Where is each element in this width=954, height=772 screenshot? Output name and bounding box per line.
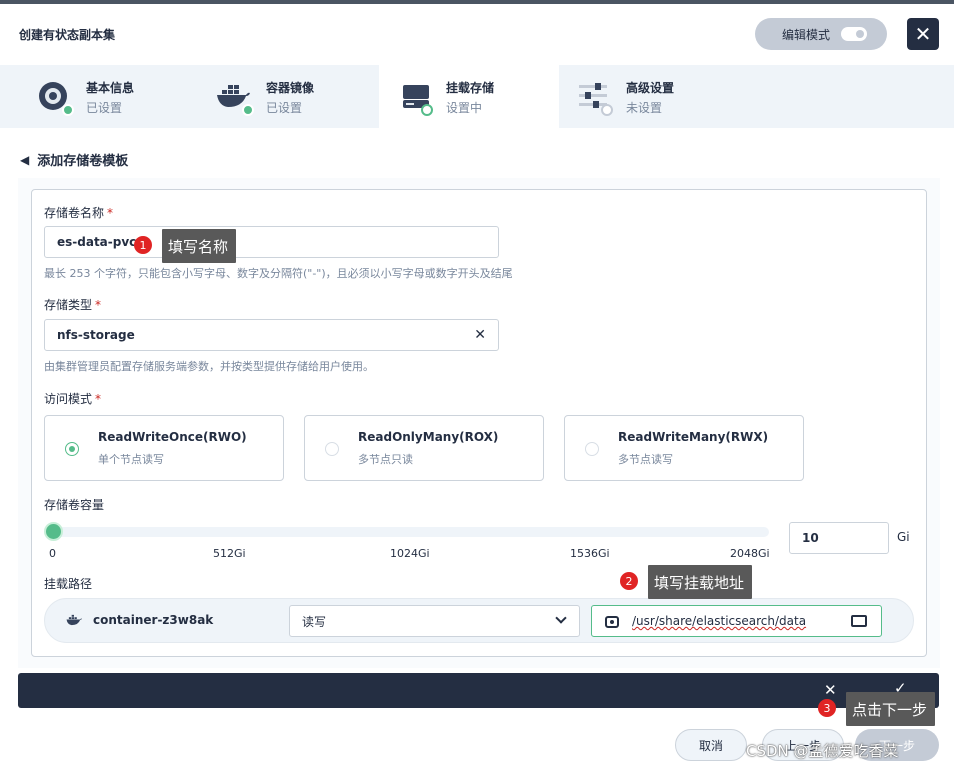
step-status: 未设置 (626, 101, 663, 115)
back-label: 添加存储卷模板 (37, 154, 129, 169)
step-current-dot (421, 104, 433, 116)
annotation-badge-3: 3 (818, 699, 836, 717)
mount-path-label: 挂载路径 (44, 577, 93, 591)
slider-tick: 0 (49, 547, 56, 560)
step-container-image[interactable]: 容器镜像 已设置 (180, 65, 360, 128)
radio-selected[interactable] (65, 442, 79, 456)
step-tabs: 基本信息 已设置 容器镜像 已设置 挂载存储 设置中 高级设置 未设置 (0, 65, 954, 128)
access-mode-desc: 多节点只读 (358, 453, 413, 466)
capacity-label: 存储卷容量 (44, 498, 105, 512)
access-mode-rwx[interactable]: ReadWriteMany(RWX) 多节点读写 (564, 415, 804, 481)
step-done-dot (62, 104, 74, 116)
access-mode-desc: 单个节点读写 (98, 453, 164, 466)
step-name: 基本信息 (86, 81, 135, 95)
back-arrow-icon: ◀ (20, 152, 30, 167)
volume-name-input[interactable]: es-data-pvc (44, 226, 499, 258)
toggle-switch-icon (841, 27, 867, 41)
step-name: 高级设置 (626, 81, 675, 95)
storage-type-value: nfs-storage (57, 328, 135, 342)
slider-tick: 512Gi (213, 547, 246, 560)
annotation-label-1: 填写名称 (162, 229, 237, 263)
step-status: 设置中 (446, 101, 483, 115)
step-basic-info[interactable]: 基本信息 已设置 (0, 65, 180, 128)
action-toolbar: ✕ ✓ (18, 673, 939, 708)
clear-icon[interactable]: ✕ (474, 327, 486, 343)
step-status: 已设置 (266, 101, 303, 115)
docker-icon (66, 614, 82, 626)
slider-tick: 1024Gi (390, 547, 430, 560)
radio-unselected[interactable] (325, 442, 339, 456)
modal-title: 创建有状态副本集 (19, 28, 116, 42)
radio-unselected[interactable] (585, 442, 599, 456)
capacity-unit: Gi (897, 530, 910, 544)
annotation-label-3: 点击下一步 (846, 692, 936, 726)
capacity-slider-track[interactable] (45, 527, 769, 537)
step-done-dot (242, 104, 254, 116)
capacity-slider-handle[interactable] (44, 522, 63, 541)
cancel-button[interactable]: 取消 (675, 729, 747, 761)
terminal-icon (851, 615, 867, 627)
mount-mode-select[interactable]: 读写 (289, 605, 580, 637)
edit-mode-label: 编辑模式 (782, 27, 831, 42)
close-icon[interactable]: ✕ (824, 681, 837, 699)
access-mode-desc: 多节点读写 (618, 453, 673, 466)
close-icon: ✕ (914, 22, 932, 46)
slider-tick: 2048Gi (730, 547, 770, 560)
volume-name-hint: 最长 253 个字符，只能包含小写字母、数字及分隔符("-")，且必须以小写字母… (44, 267, 513, 280)
close-button[interactable]: ✕ (907, 18, 939, 50)
storage-type-select[interactable]: nfs-storage ✕ (44, 319, 499, 351)
step-todo-dot (601, 104, 613, 116)
back-link[interactable]: ◀ 添加存储卷模板 (20, 150, 129, 170)
chevron-down-icon (555, 612, 567, 624)
step-mount-storage[interactable]: 挂载存储 设置中 (379, 65, 559, 128)
step-name: 容器镜像 (266, 81, 315, 95)
access-mode-rox[interactable]: ReadOnlyMany(ROX) 多节点只读 (304, 415, 544, 481)
edit-mode-toggle[interactable]: 编辑模式 (755, 18, 887, 50)
access-mode-title: ReadWriteOnce(RWO) (98, 430, 247, 444)
volume-name-label: 存储卷名称 * (44, 206, 114, 220)
mount-row: container-z3w8ak 读写 /usr/share/elasticse… (44, 598, 914, 643)
mount-path-input[interactable]: /usr/share/elasticsearch/data (591, 605, 882, 637)
slider-tick: 1536Gi (570, 547, 610, 560)
access-mode-rwo[interactable]: ReadWriteOnce(RWO) 单个节点读写 (44, 415, 284, 481)
container-name: container-z3w8ak (93, 613, 214, 627)
annotation-label-2: 填写挂载地址 (648, 565, 753, 599)
annotation-badge-1: 1 (134, 236, 152, 254)
watermark: CSDN @孟德爱吃香菜 (746, 742, 899, 760)
step-name: 挂载存储 (446, 81, 495, 95)
volume-name-value: es-data-pvc (57, 235, 137, 249)
gear-icon (605, 616, 619, 628)
mount-path-value: /usr/share/elasticsearch/data (632, 614, 807, 628)
capacity-value: 10 (802, 531, 819, 545)
mount-mode-value: 读写 (302, 614, 327, 629)
access-mode-title: ReadWriteMany(RWX) (618, 430, 769, 444)
annotation-badge-2: 2 (620, 572, 638, 590)
access-mode-title: ReadOnlyMany(ROX) (358, 430, 499, 444)
capacity-input[interactable]: 10 (789, 522, 889, 554)
modal-header: 创建有状态副本集 编辑模式 ✕ (0, 4, 954, 65)
storage-type-label: 存储类型 * (44, 298, 102, 312)
step-status: 已设置 (86, 101, 123, 115)
storage-type-hint: 由集群管理员配置存储服务端参数，并按类型提供存储给用户使用。 (44, 360, 374, 373)
access-mode-label: 访问模式 * (44, 392, 102, 406)
step-advanced-settings[interactable]: 高级设置 未设置 (559, 65, 739, 128)
